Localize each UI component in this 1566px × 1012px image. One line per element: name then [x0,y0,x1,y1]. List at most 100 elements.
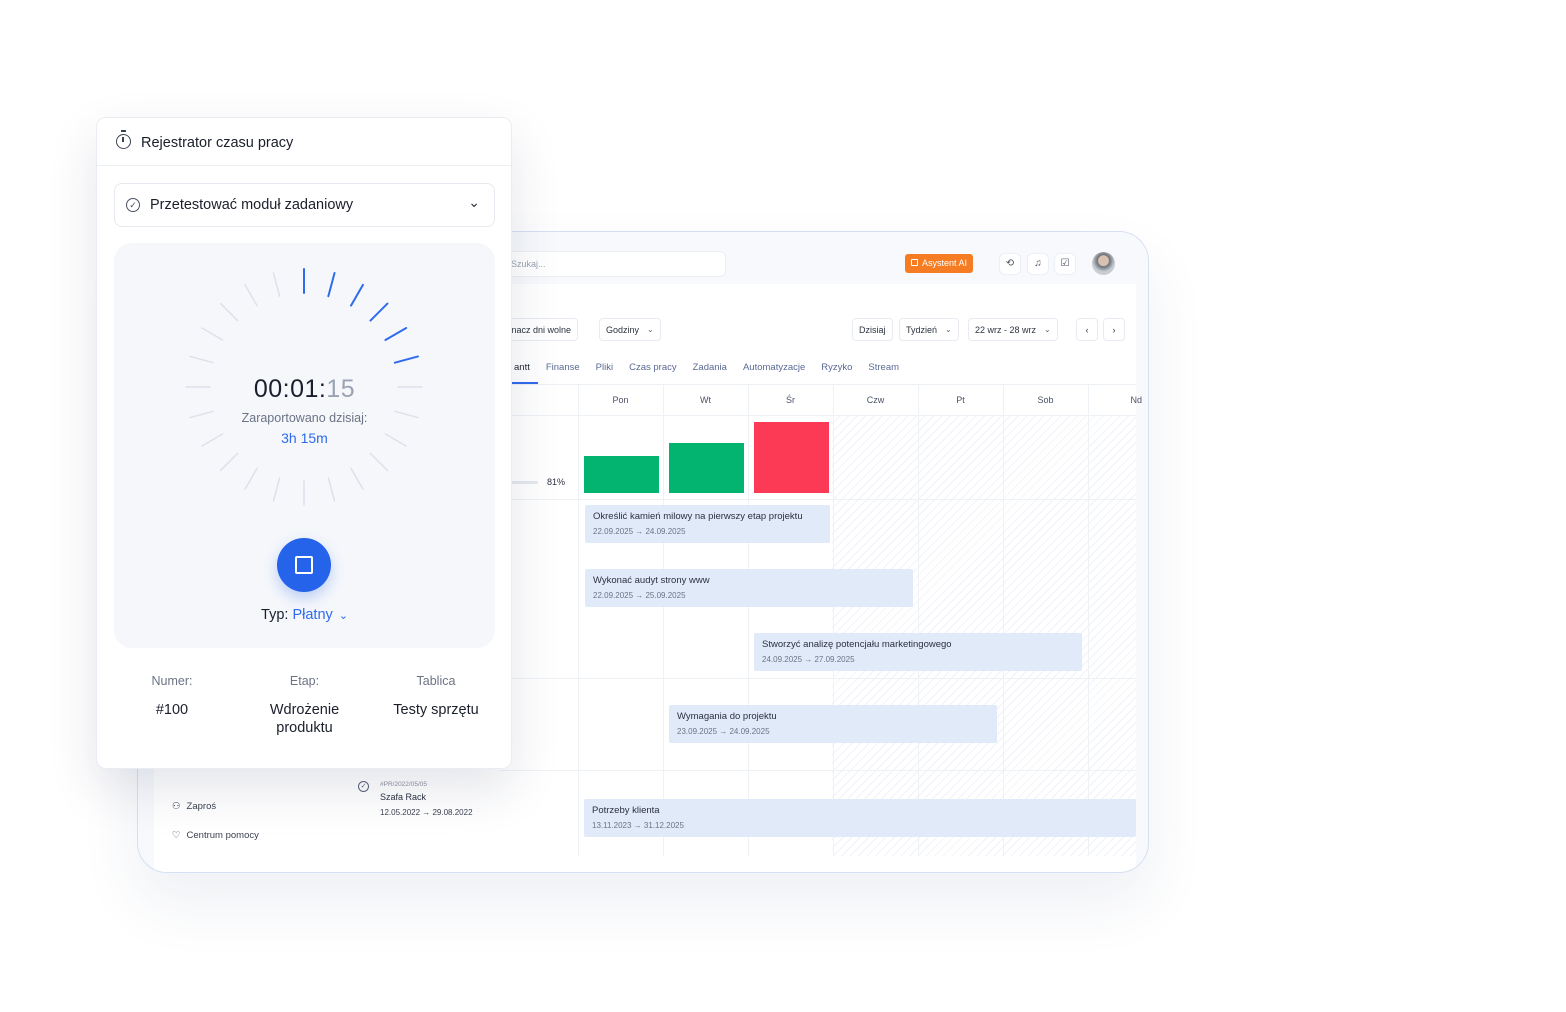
chevron-down-icon: ⌄ [1044,325,1051,334]
grid-line [918,385,919,856]
checklist-icon[interactable]: ☑ [1054,253,1076,275]
tab-finanse[interactable]: Finanse [538,358,588,384]
tab-stream[interactable]: Stream [860,358,907,384]
date-range-select[interactable]: 22 wrz - 28 wrz ⌄ [968,318,1058,341]
week-label: Tydzień [906,324,938,335]
tab-automatyzacje[interactable]: Automatyzacje [735,358,813,384]
timer-panel: 00:01:15 Zaraportowano dzisiaj: 3h 15m T… [114,243,495,648]
chevron-down-icon: ⌄ [338,610,348,622]
dial-tick [384,327,408,341]
meta-label: Numer: [151,674,193,688]
tab-ryzyko[interactable]: Ryzyko [813,358,860,384]
headset-icon: ♡ [172,830,181,841]
dial-tick [201,327,224,341]
day-header: Pon Wt Śr Czw Pt Sob Nd [578,385,1142,415]
project-code: #PR/2022/05/05 [380,781,427,788]
task-name: Stworzyć analizę potencjału marketingowe… [762,639,952,650]
task-dates: 13.11.2023 → 31.12.2025 [592,821,684,830]
tab-gantt[interactable]: antt [512,358,538,384]
day-header-pt: Pt [956,395,965,405]
ai-assistant-button[interactable]: Asystent AI [905,254,974,273]
meta-value: #100 [155,702,189,718]
history-icon[interactable]: ⟲ [999,253,1021,275]
task-dates: 24.09.2025 → 27.09.2025 [762,655,855,664]
day-header-czw: Czw [866,395,885,405]
dial-tick [244,467,258,490]
dial-tick [369,452,389,472]
grid-line [833,385,834,856]
type-select[interactable]: Typ: Płatny ⌄ [114,607,495,623]
reported-today-label: Zaraportowano dzisiaj: [241,411,368,425]
elapsed-time: 00:01:15 [114,375,495,404]
check-circle-icon: ✓ [358,781,369,792]
dial-tick [369,302,389,322]
mark-days-off-label: znacz dni wolne [507,324,572,335]
task-dates: 23.09.2025 → 24.09.2025 [677,727,770,736]
workload-bar-pon [584,456,659,493]
meta-value: Wdrożenie produktu [269,702,340,736]
grid-line [1003,385,1004,856]
task-dates: 22.09.2025 → 25.09.2025 [593,591,686,600]
meta-label: Etap: [289,674,320,688]
project-tabs: antt Finanse Pliki Czas pracy Zadania Au… [512,358,907,384]
help-center-label: Centrum pomocy [186,830,259,841]
invite-link[interactable]: ⚇ Zaproś [172,801,216,812]
tab-czas-pracy[interactable]: Czas pracy [621,358,685,384]
user-avatar[interactable] [1092,252,1115,275]
elapsed-time-seconds: 15 [326,375,356,403]
gantt-task[interactable]: Potrzeby klienta 13.11.2023 → 31.12.2025 [584,799,1136,837]
tab-zadania[interactable]: Zadania [685,358,735,384]
day-header-pon: Pon [612,395,629,405]
time-tracker-card: Rejestrator czasu pracy ✓ Przetestować m… [96,117,512,769]
workload-progress [508,481,538,484]
dial-tick [272,272,281,297]
chevron-left-icon: ‹ [1085,324,1089,335]
card-title: Rejestrator czasu pracy [141,135,294,151]
dial-tick [272,477,281,502]
gantt-task[interactable]: Wymagania do projektu 23.09.2025 → 24.09… [669,705,997,743]
ai-assistant-label: Asystent AI [922,258,968,268]
dial-tick [350,467,364,490]
grid-row-line [500,499,1136,500]
meta-stage: Etap: Wdrożenie produktu [247,674,362,737]
gantt-task[interactable]: Wykonać audyt strony www 22.09.2025 → 25… [585,569,913,607]
type-value: Płatny [292,607,333,623]
help-center-link[interactable]: ♡ Centrum pomocy [172,830,259,841]
task-select-value: Przetestować moduł zadaniowy [150,197,354,213]
task-dates: 22.09.2025 → 24.09.2025 [593,527,686,536]
stop-icon [295,556,313,574]
project-name: Szafa Rack [380,792,427,802]
stop-button[interactable] [277,538,331,592]
day-header-sob: Sob [1037,395,1054,405]
task-name: Wymagania do projektu [677,711,777,722]
task-select[interactable]: ✓ Przetestować moduł zadaniowy ⌄ [114,183,495,227]
chevron-right-icon: › [1112,324,1116,335]
card-header: Rejestrator czasu pracy [97,118,511,166]
dial-tick [189,355,214,364]
dial-tick [327,272,336,298]
ai-icon [911,259,918,266]
type-label: Typ: [261,607,289,623]
chevron-down-icon: ⌄ [945,325,952,334]
dial-tick [350,283,364,307]
meta-label: Tablica [416,674,456,688]
gantt-task[interactable]: Stworzyć analizę potencjału marketingowe… [754,633,1082,671]
invite-label: Zaproś [186,801,217,812]
tab-pliki[interactable]: Pliki [588,358,621,384]
today-button[interactable]: Dzisiaj [852,318,893,341]
dial-tick [393,355,419,364]
grid-row-line [500,415,1136,416]
gantt-task[interactable]: Określić kamień milowy na pierwszy etap … [585,505,830,543]
grid-line [1088,385,1089,856]
next-week-button[interactable]: › [1103,318,1125,341]
search-input[interactable]: Szukaj... [500,251,726,277]
date-range-label: 22 wrz - 28 wrz [975,324,1037,335]
dial-tick [244,284,258,307]
workload-bar-sr [754,422,829,493]
hours-select[interactable]: Godziny ⌄ [599,318,661,341]
project-dates: 12.05.2022 → 29.08.2022 [380,808,473,817]
prev-week-button[interactable]: ‹ [1076,318,1098,341]
chevron-down-icon: ⌄ [468,194,480,210]
bell-icon[interactable]: ♫ [1027,253,1049,275]
week-select[interactable]: Tydzień ⌄ [899,318,959,341]
